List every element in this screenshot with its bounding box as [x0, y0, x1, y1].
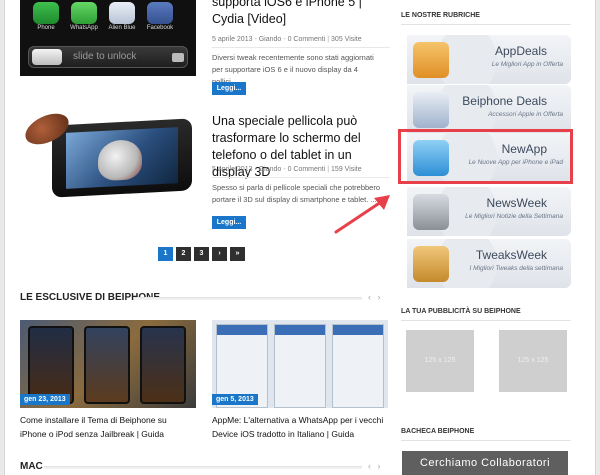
app-icon-phone — [33, 2, 59, 24]
slide-to-unlock-text: slide to unlock — [73, 51, 137, 62]
rubric-beiphone-deals[interactable]: Beiphone Deals Accessori Apple in Offert… — [407, 85, 571, 134]
newsweek-logo-icon — [413, 194, 449, 230]
divider — [212, 177, 390, 178]
chat-screen-2 — [274, 324, 326, 408]
bacheca-heading: BACHECA BEIPHONE — [401, 428, 475, 435]
chat-screen-3 — [332, 324, 384, 408]
app-icon-facebook — [147, 2, 173, 24]
page-3-button[interactable]: 3 — [194, 247, 209, 261]
camera-icon — [172, 53, 184, 62]
beiphone-deals-logo-icon — [413, 92, 449, 128]
mac-heading: MAC — [20, 461, 43, 472]
rubric-newsweek[interactable]: NewsWeek Le Migliori Notizie della Setti… — [407, 187, 571, 236]
rubric-tweaksweek[interactable]: TweaksWeek I Migliori Tweaks della setti… — [407, 239, 571, 288]
carousel-next-icon[interactable]: › — [378, 292, 383, 302]
ad-slot-1[interactable]: 125 x 125 — [406, 330, 474, 392]
slider-knob — [32, 49, 62, 65]
post-date: 5 aprile 2013 — [212, 36, 253, 43]
carousel-arrows: ‹ › — [368, 461, 383, 471]
post-thumbnail-3d-film[interactable] — [20, 112, 196, 202]
rubric-appdeals[interactable]: AppDeals Le Migliori App in Offerta — [407, 35, 571, 84]
rubric-name: TweaksWeek — [475, 248, 547, 262]
rubric-name: Beiphone Deals — [462, 94, 547, 108]
ad-slot-2[interactable]: 125 x 125 — [499, 330, 567, 392]
post-views: 305 Visite — [331, 36, 362, 43]
post-meta-3d-film: 5 aprile 2013 - Giando - 0 Commenti | 15… — [212, 166, 362, 173]
appdeals-logo-icon — [413, 42, 449, 78]
app-icon-alien-blue — [109, 2, 135, 24]
post-meta-tweak: 5 aprile 2013 - Giando - 0 Commenti | 30… — [212, 36, 362, 43]
pagination: 1 2 3 › » — [158, 247, 245, 261]
rubric-tagline: I Migliori Tweaks della settimana — [469, 265, 563, 272]
collaborators-banner[interactable]: Cerchiamo Collaboratori — [402, 451, 568, 475]
next-page-button[interactable]: › — [212, 247, 227, 261]
newapp-highlight-box — [398, 129, 573, 184]
carousel-arrows: ‹ › — [368, 292, 383, 302]
last-page-button[interactable]: » — [230, 247, 245, 261]
sidebar-divider — [401, 24, 571, 25]
iphone-screen-3 — [140, 326, 186, 404]
app-label-facebook: Facebook — [146, 25, 174, 31]
title-line: Device iOS tradotto in Italiano | Guida — [212, 429, 355, 439]
post-comments[interactable]: 0 Commenti — [288, 36, 326, 43]
title-line: AppMe: L'alternativa a WhatsApp per i ve… — [212, 415, 384, 425]
date-badge: gen 23, 2013 — [20, 394, 70, 405]
pointer-arrow-icon — [334, 195, 390, 234]
date-badge: gen 5, 2013 — [212, 394, 258, 405]
sidebar-divider — [401, 320, 571, 321]
tweaksweek-logo-icon — [413, 246, 449, 282]
app-label-phone: Phone — [37, 25, 55, 31]
divider — [212, 47, 390, 48]
post-date: 5 aprile 2013 — [212, 166, 253, 173]
carousel-prev-icon[interactable]: ‹ — [368, 292, 373, 302]
unlock-slider: slide to unlock — [28, 46, 188, 68]
phone-device — [52, 118, 192, 198]
rubric-name: AppDeals — [494, 44, 547, 58]
ads-heading: LA TUA PUBBLICITÀ SU BEIPHONE — [401, 308, 521, 315]
section-divider — [134, 297, 362, 300]
read-more-button-3d-film[interactable]: Leggi... — [212, 216, 246, 229]
title-line: Come installare il Tema di Beiphone su — [20, 415, 167, 425]
title-line: iPhone o iPod senza Jailbreak | Guida — [20, 429, 164, 439]
post-thumbnail-tweak[interactable]: Phone WhatsApp Alien Blue Facebook slide… — [20, 0, 196, 76]
rubric-tagline: Le Migliori App in Offerta — [491, 61, 563, 68]
football-player — [98, 138, 142, 182]
post-author[interactable]: Giando — [259, 166, 282, 173]
iphone-screen-1 — [28, 326, 74, 404]
rubric-name: NewsWeek — [486, 196, 547, 210]
page-2-button[interactable]: 2 — [176, 247, 191, 261]
post-views: 159 Visite — [331, 166, 362, 173]
page-1-button[interactable]: 1 — [158, 247, 173, 261]
exclusive-title-appme[interactable]: AppMe: L'alternativa a WhatsApp per i ve… — [212, 413, 383, 441]
carousel-next-icon[interactable]: › — [378, 461, 383, 471]
exclusive-title-theme[interactable]: Come installare il Tema di Beiphone su i… — [20, 413, 167, 441]
section-divider — [44, 466, 362, 469]
app-label-alien-blue: Alien Blue — [108, 25, 136, 31]
carousel-prev-icon[interactable]: ‹ — [368, 461, 373, 471]
rubric-tagline: Accessori Apple in Offerta — [488, 111, 563, 118]
post-comments[interactable]: 0 Commenti — [288, 166, 326, 173]
rubriche-heading: LE NOSTRE RUBRICHE — [401, 12, 480, 19]
iphone-screen-2 — [84, 326, 130, 404]
app-icon-whatsapp — [71, 2, 97, 24]
post-author[interactable]: Giando — [259, 36, 282, 43]
post-title-tweak[interactable]: supporta iOS6 e iPhone 5 | Cydia [Video] — [212, 0, 390, 28]
read-more-button-tweak[interactable]: Leggi... — [212, 82, 246, 95]
rubric-tagline: Le Migliori Notizie della Settimana — [465, 213, 563, 220]
sidebar-divider — [401, 440, 571, 441]
app-label-whatsapp: WhatsApp — [70, 25, 98, 31]
